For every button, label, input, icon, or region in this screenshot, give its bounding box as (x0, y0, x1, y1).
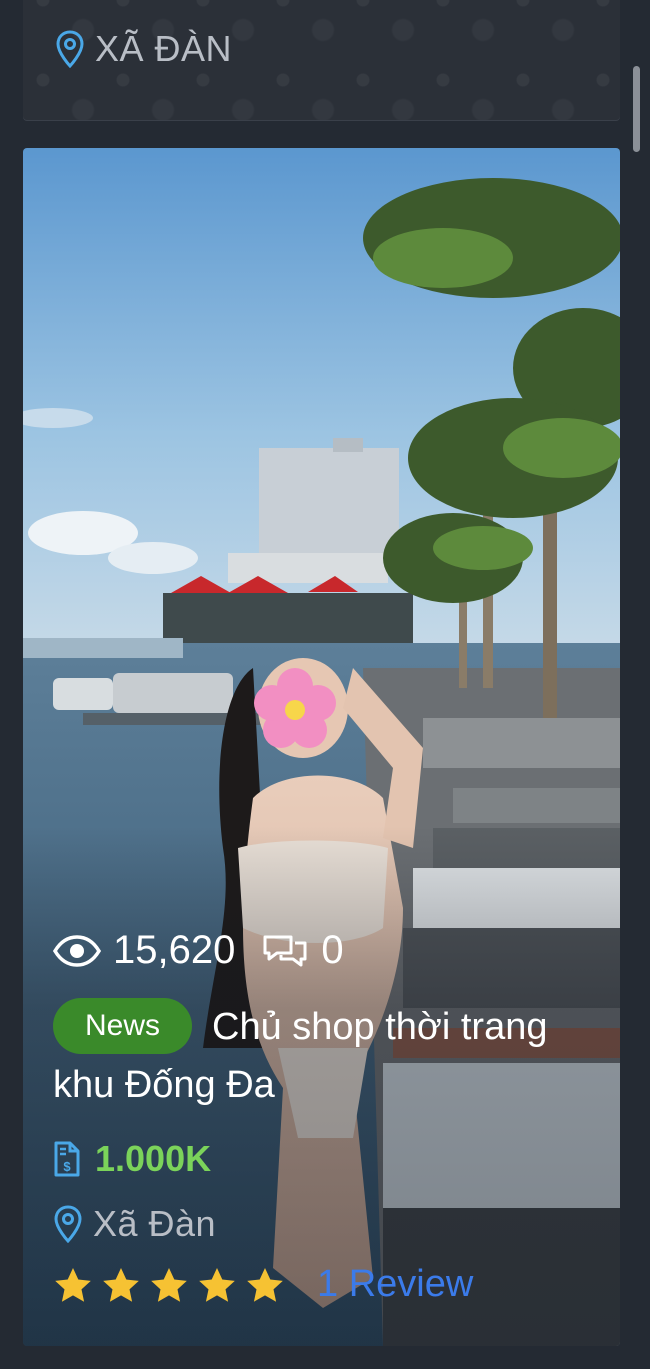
location-text: XÃ ĐÀN (95, 28, 233, 69)
star-icon (151, 1267, 187, 1302)
invoice-icon: $ (54, 1141, 80, 1177)
listing-card-previous[interactable]: XÃ ĐÀN (23, 0, 620, 120)
views-count: 15,620 (113, 928, 236, 972)
post-stats: 15,620 0 (53, 928, 344, 973)
eye-icon (53, 934, 101, 967)
map-pin-icon (54, 1205, 82, 1243)
star-icon (55, 1267, 91, 1302)
rating-row: 1 Review (53, 1263, 473, 1306)
category-badge[interactable]: News (53, 998, 193, 1054)
location-text: Xã Đàn (93, 1203, 217, 1244)
comments-icon (263, 935, 307, 966)
star-icon (247, 1267, 283, 1302)
scrollbar-thumb[interactable] (633, 66, 640, 152)
location-row: Xã Đàn (53, 1203, 216, 1245)
comments-count: 0 (321, 928, 344, 972)
review-link[interactable]: 1 Review (317, 1263, 473, 1306)
post-title-block[interactable]: News Chủ shop thời trang khu Đống Đa (53, 998, 593, 1114)
star-icon (199, 1267, 235, 1302)
svg-text:$: $ (63, 1159, 71, 1174)
listing-card[interactable]: 15,620 0 News Chủ shop thời trang khu Đốn… (23, 148, 620, 1346)
star-icon (103, 1267, 139, 1302)
price-row: $ 1.000K (53, 1138, 211, 1180)
price-text: 1.000K (95, 1138, 212, 1179)
location-row: XÃ ĐÀN (55, 28, 232, 70)
map-pin-icon (56, 30, 84, 68)
